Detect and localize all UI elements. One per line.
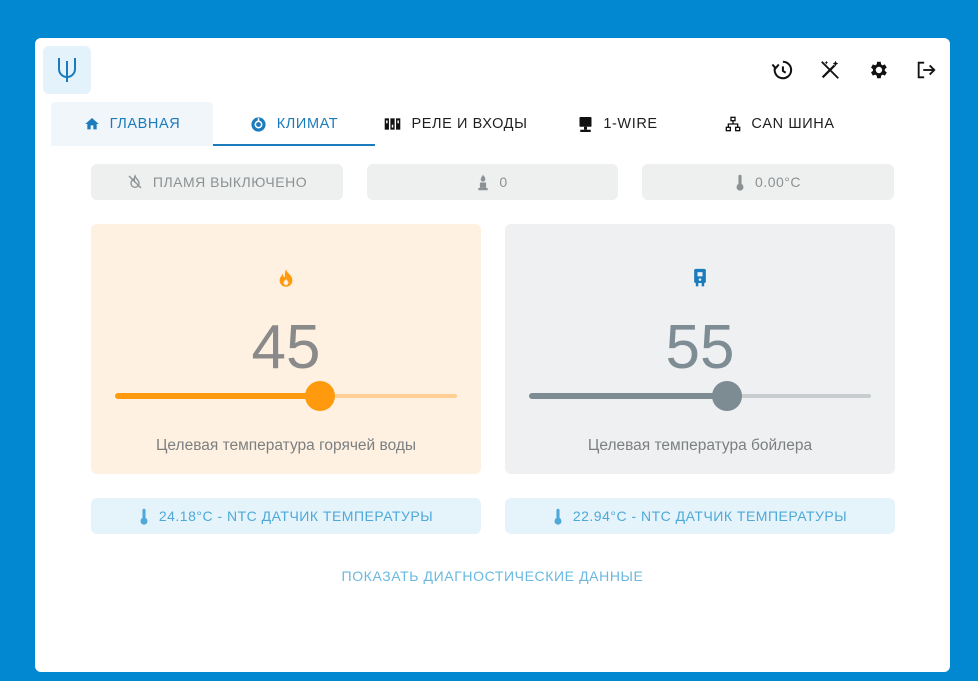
temperature-chip: 0.00°C xyxy=(642,164,894,200)
magic-off-icon[interactable] xyxy=(816,56,844,84)
boiler-slider[interactable] xyxy=(529,381,871,411)
monitor-icon xyxy=(579,116,592,132)
home-icon xyxy=(84,118,99,130)
tab-label: 1-WIRE xyxy=(603,116,658,132)
tab-1wire[interactable]: 1-WIRE xyxy=(537,102,699,146)
history-icon[interactable] xyxy=(768,56,796,84)
hot-water-sensor-chip: 24.18°C - NTC ДАТЧИК ТЕМПЕРАТУРЫ xyxy=(91,498,481,534)
logout-icon[interactable] xyxy=(912,56,940,84)
thermometer-icon xyxy=(554,508,562,525)
climate-icon xyxy=(251,116,266,132)
u-logo-icon[interactable] xyxy=(43,46,91,94)
top-actions xyxy=(768,56,940,84)
slider-fill xyxy=(115,393,321,399)
network-icon xyxy=(726,116,741,132)
boiler-icon xyxy=(505,268,895,288)
gear-icon[interactable] xyxy=(864,56,892,84)
relay-icon xyxy=(385,118,401,130)
hot-water-panel: 45 Целевая температура горячей воды xyxy=(91,224,481,474)
flame-status-chip: ПЛАМЯ ВЫКЛЮЧЕНО xyxy=(91,164,343,200)
boiler-sensor-text: 22.94°C - NTC ДАТЧИК ТЕМПЕРАТУРЫ xyxy=(572,508,848,524)
tab-label: ГЛАВНАЯ xyxy=(109,116,181,132)
boiler-caption: Целевая температура бойлера xyxy=(587,437,813,454)
modulation-chip: 0 xyxy=(367,164,618,200)
slider-fill xyxy=(529,393,728,399)
thermometer-icon xyxy=(140,508,148,525)
hot-water-caption: Целевая температура горячей воды xyxy=(155,437,417,454)
show-diagnostics-button[interactable]: ПОКАЗАТЬ ДИАГНОСТИЧЕСКИЕ ДАННЫЕ xyxy=(35,568,950,584)
tab-climate[interactable]: КЛИМАТ xyxy=(213,102,375,146)
tab-label: CAN ШИНА xyxy=(751,116,835,132)
tab-label: РЕЛЕ И ВХОДЫ xyxy=(411,116,528,132)
tab-can-bus[interactable]: CAN ШИНА xyxy=(699,102,861,146)
tab-label: КЛИМАТ xyxy=(276,116,339,132)
hot-water-slider[interactable] xyxy=(115,381,457,411)
hot-water-sensor-text: 24.18°C - NTC ДАТЧИК ТЕМПЕРАТУРЫ xyxy=(158,508,434,524)
slider-thumb[interactable] xyxy=(305,381,336,411)
boiler-panel: 55 Целевая температура бойлера xyxy=(505,224,895,474)
hot-water-target-value: 45 xyxy=(251,313,321,382)
main-card: ГЛАВНАЯ КЛИМАТ РЕЛЕ И ВХОДЫ 1-WIRE CAN Ш… xyxy=(35,38,950,672)
slider-thumb[interactable] xyxy=(712,381,743,411)
burner-icon xyxy=(478,174,488,190)
modulation-value: 0 xyxy=(499,174,508,190)
temperature-value: 0.00°C xyxy=(755,174,801,190)
fire-icon xyxy=(91,268,481,288)
tab-home[interactable]: ГЛАВНАЯ xyxy=(51,102,213,146)
tab-bar: ГЛАВНАЯ КЛИМАТ РЕЛЕ И ВХОДЫ 1-WIRE CAN Ш… xyxy=(51,102,927,146)
boiler-target-value: 55 xyxy=(665,313,735,382)
flame-status-text: ПЛАМЯ ВЫКЛЮЧЕНО xyxy=(152,174,308,190)
fire-off-icon xyxy=(128,174,142,189)
thermometer-icon xyxy=(736,174,744,191)
boiler-sensor-chip: 22.94°C - NTC ДАТЧИК ТЕМПЕРАТУРЫ xyxy=(505,498,895,534)
tab-relays[interactable]: РЕЛЕ И ВХОДЫ xyxy=(375,102,537,146)
